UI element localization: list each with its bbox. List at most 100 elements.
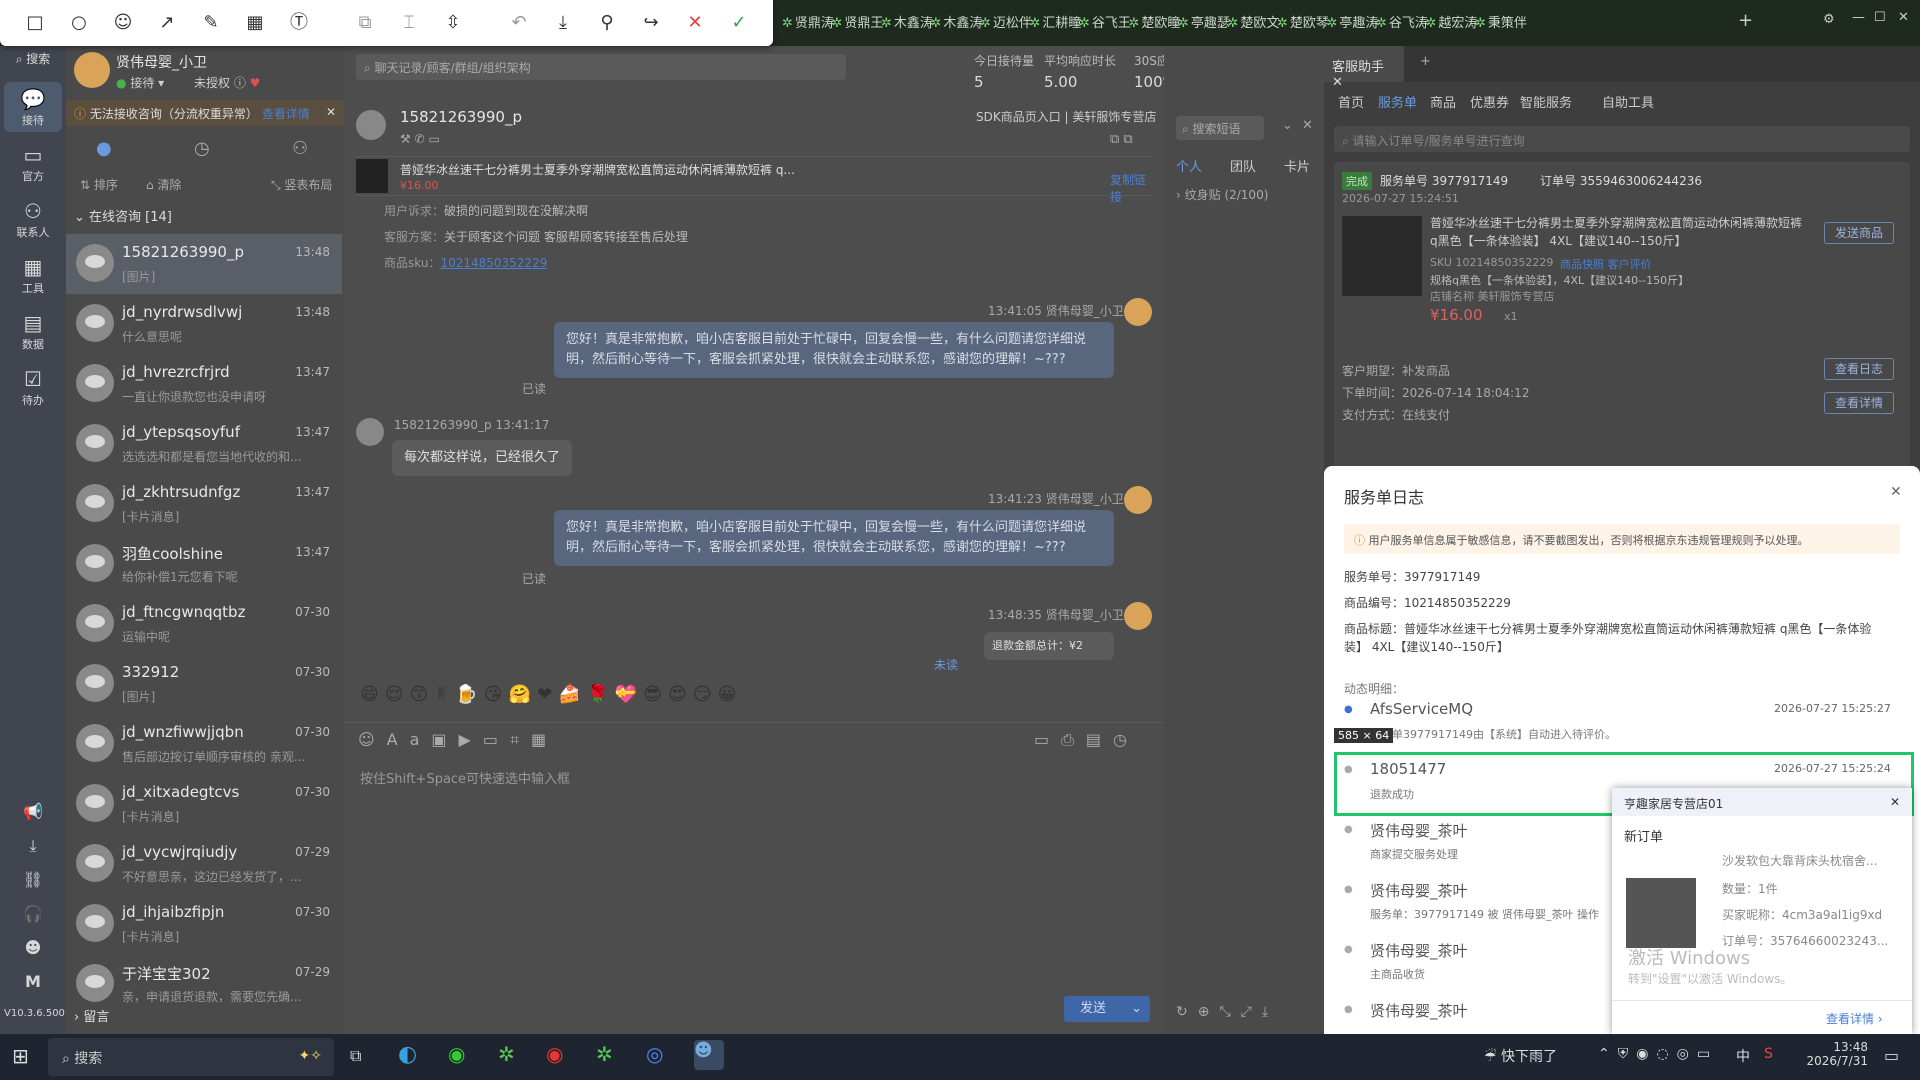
warning-link[interactable]: 查看详情 (262, 107, 310, 121)
window-tab[interactable]: ✲ 谷飞涛 (1376, 12, 1428, 31)
robot-icon[interactable]: ☻ (4, 938, 62, 957)
save-icon[interactable]: ⤓ (550, 10, 576, 36)
clear-button[interactable]: ⌂ 清除 (146, 176, 181, 193)
jd-app-icon[interactable]: ☻ (694, 1040, 724, 1070)
long-shot-icon[interactable]: ⇳ (440, 10, 466, 36)
rail-item-official[interactable]: ▭ 官方 (4, 142, 62, 184)
chevron-down-icon[interactable]: ⌄ (1131, 996, 1142, 1022)
online-group[interactable]: ⌄ 在线咨询 [14] (74, 206, 172, 225)
phrase-tools[interactable]: ↻⊕⤡⤢⤓ (1176, 1004, 1278, 1020)
task-view-icon[interactable]: ⧉ (350, 1046, 361, 1066)
undo-icon[interactable]: ↶ (506, 10, 532, 36)
confirm-icon[interactable]: ✓ (726, 10, 752, 36)
close-icon[interactable]: ✕ (1890, 795, 1900, 809)
send-button[interactable]: 发送 ⌄ (1064, 996, 1150, 1022)
chat-tab-icon[interactable]: ● (96, 138, 112, 159)
auth-status[interactable]: 未授权 ⓘ ♥ (194, 74, 260, 91)
tab-team[interactable]: 团队 (1230, 156, 1256, 175)
ocr-icon[interactable]: ⌶ (396, 10, 422, 36)
rail-search[interactable]: ⌕ 搜索 (4, 50, 62, 67)
cs-nav-item[interactable]: 首页 (1338, 92, 1364, 111)
window-tab[interactable]: ✲ 楚欧瞳 (1129, 12, 1181, 31)
window-tab[interactable]: ✲ 楚欧文 (1228, 12, 1280, 31)
search-input[interactable]: ⌕ 聊天记录/顾客/群组/组织架构 (356, 54, 846, 80)
rail-item-data[interactable]: ▤ 数据 (4, 310, 62, 352)
sort-button[interactable]: ⇅ 排序 (80, 176, 118, 193)
add-tab-icon[interactable]: + (1738, 10, 1753, 31)
input-toolbar[interactable]: ☺Aa▣▶▭⌗▦ (358, 730, 558, 750)
mosaic-icon[interactable]: ▦ (242, 10, 268, 36)
clock[interactable]: 13:48 2026/7/31 (1800, 1040, 1868, 1068)
tray-icons[interactable]: ⌃⛨◉◌◎▭ (1598, 1046, 1718, 1062)
overlay-icon[interactable]: ⧉ (352, 10, 378, 36)
layout-button[interactable]: ⤡ 竖表布局 (271, 176, 332, 193)
cs-nav-item[interactable]: 优惠券 (1470, 92, 1509, 111)
app-icon[interactable]: ✲ (498, 1042, 515, 1066)
leave-msg-group[interactable]: › 留言 (74, 1006, 109, 1025)
rect-icon[interactable]: □ (22, 10, 48, 36)
app2-icon[interactable]: ✲ (596, 1042, 613, 1066)
close-icon[interactable]: ✕ (326, 105, 336, 119)
session-item[interactable]: jd_xitxadegtcvs 07-30 [卡片消息] (66, 774, 342, 834)
window-tab[interactable]: ✲ 亭趣瑟 (1178, 12, 1230, 31)
window-tab[interactable]: ✲ 亭趣涛 (1327, 12, 1379, 31)
phrase-group[interactable]: › 纹身贴 (2/100) (1176, 186, 1268, 203)
chevron-down-icon[interactable]: ⌄ (1282, 118, 1293, 133)
window-tab[interactable]: ✲ 秉策伴 (1475, 12, 1527, 31)
window-tab[interactable]: ✲ 谷飞王 (1079, 12, 1131, 31)
session-item[interactable]: jd_zkhtrsudnfgz 13:47 [卡片消息] (66, 474, 342, 534)
edge-icon[interactable]: ◐ (398, 1042, 417, 1067)
windows-start-icon[interactable]: ⊞ (12, 1044, 29, 1068)
window-tab[interactable]: ✲ 木鑫涛 (881, 12, 933, 31)
cancel-icon[interactable]: ✕ (682, 10, 708, 36)
headset-icon[interactable]: 🎧 (4, 904, 62, 923)
cs-nav-item[interactable]: 自助工具 (1602, 92, 1654, 111)
ime-indicator[interactable]: 中 (1736, 1046, 1750, 1066)
window-tab[interactable]: ✲ 楚欧琴 (1277, 12, 1329, 31)
rail-item-contacts[interactable]: ⚇ 联系人 (4, 198, 62, 240)
window-tab[interactable]: ✲ 迈松伴 (980, 12, 1032, 31)
emoji-bar[interactable]: 😄😌😙✌🍺😘🤗❤🍰🌹💝😎😍😏😀 (360, 684, 742, 705)
window-tab[interactable]: ✲ 贤鼎王 (832, 12, 884, 31)
window-tab[interactable]: ✲ 越宏涛 (1426, 12, 1478, 31)
window-tab[interactable]: ✲ 木鑫涛 (931, 12, 983, 31)
tab-personal[interactable]: 个人 (1176, 156, 1202, 175)
sku-link[interactable]: 10214850352229 (440, 256, 547, 270)
session-item[interactable]: jd_ihjaibzfipjn 07-30 [卡片消息] (66, 894, 342, 954)
window-tab[interactable]: ✲ 汇耕瞳 (1030, 12, 1082, 31)
sogou-icon[interactable]: S (1764, 1046, 1773, 1062)
customer-actions[interactable]: ⚒ ✆ ▭ (400, 132, 440, 146)
history-icon[interactable]: ◷ (194, 138, 210, 159)
minimize-icon[interactable]: — (1852, 10, 1865, 25)
emoji-icon[interactable]: ☺ (110, 10, 136, 36)
cs-nav-item[interactable]: 智能服务 (1520, 92, 1572, 111)
quick-links[interactable]: 商品快照 客户评价 (1560, 256, 1652, 272)
download-icon[interactable]: ⤓ (4, 836, 62, 856)
cs-nav-item[interactable]: 服务单 (1378, 92, 1417, 111)
notification-icon[interactable]: ▭ (1884, 1046, 1899, 1065)
share-icon[interactable]: ↪ (638, 10, 664, 36)
session-item[interactable]: 羽鱼coolshine 13:47 给你补偿1元您看下呢 (66, 534, 342, 594)
close-icon[interactable]: ✕ (1302, 118, 1313, 133)
text-icon[interactable]: Ⓣ (286, 10, 312, 36)
session-item[interactable]: jd_vycwjrqiudjy 07-29 不好意思亲，这边已经发货了，... (66, 834, 342, 894)
maximize-icon[interactable]: ☐ (1874, 10, 1886, 25)
taskbar-search[interactable]: ⌕ 搜索 ✦✧ (48, 1038, 334, 1076)
session-item[interactable]: 332912 07-30 [图片] (66, 654, 342, 714)
session-item[interactable]: jd_wnzfiwwjjqbn 07-30 售后部边按订单顺序审核的 亲观... (66, 714, 342, 774)
input-tools-right[interactable]: ▭⎙▤◷ (1034, 730, 1139, 750)
rail-item-tools[interactable]: ▦ 工具 (4, 254, 62, 296)
cs-search[interactable]: ⌕ 请输入订单号/服务单号进行查询 (1334, 126, 1910, 152)
link-icon[interactable]: ⛓ (4, 870, 62, 889)
cs-nav-item[interactable]: 商品 (1430, 92, 1456, 111)
message-input[interactable]: 按住Shift+Space可快速选中输入框 (360, 768, 570, 787)
session-item[interactable]: 于洋宝宝302 07-29 亲，申请退货退款，需要您先确... (66, 954, 342, 1014)
tab-card[interactable]: 卡片 (1284, 156, 1310, 175)
send-goods-button[interactable]: 发送商品 (1824, 222, 1894, 244)
phrase-search[interactable]: ⌕ 搜索短语 (1176, 116, 1264, 140)
app-red-icon[interactable]: ◉ (546, 1042, 563, 1066)
session-item[interactable]: jd_hvrezrcfrjrd 13:47 一直让你退款您也没申请呀 (66, 354, 342, 414)
view-log-button[interactable]: 查看日志 (1824, 358, 1894, 380)
notif-detail-link[interactable]: 查看详情 › (1826, 1010, 1883, 1027)
add-tab-icon[interactable]: + (1420, 54, 1431, 69)
